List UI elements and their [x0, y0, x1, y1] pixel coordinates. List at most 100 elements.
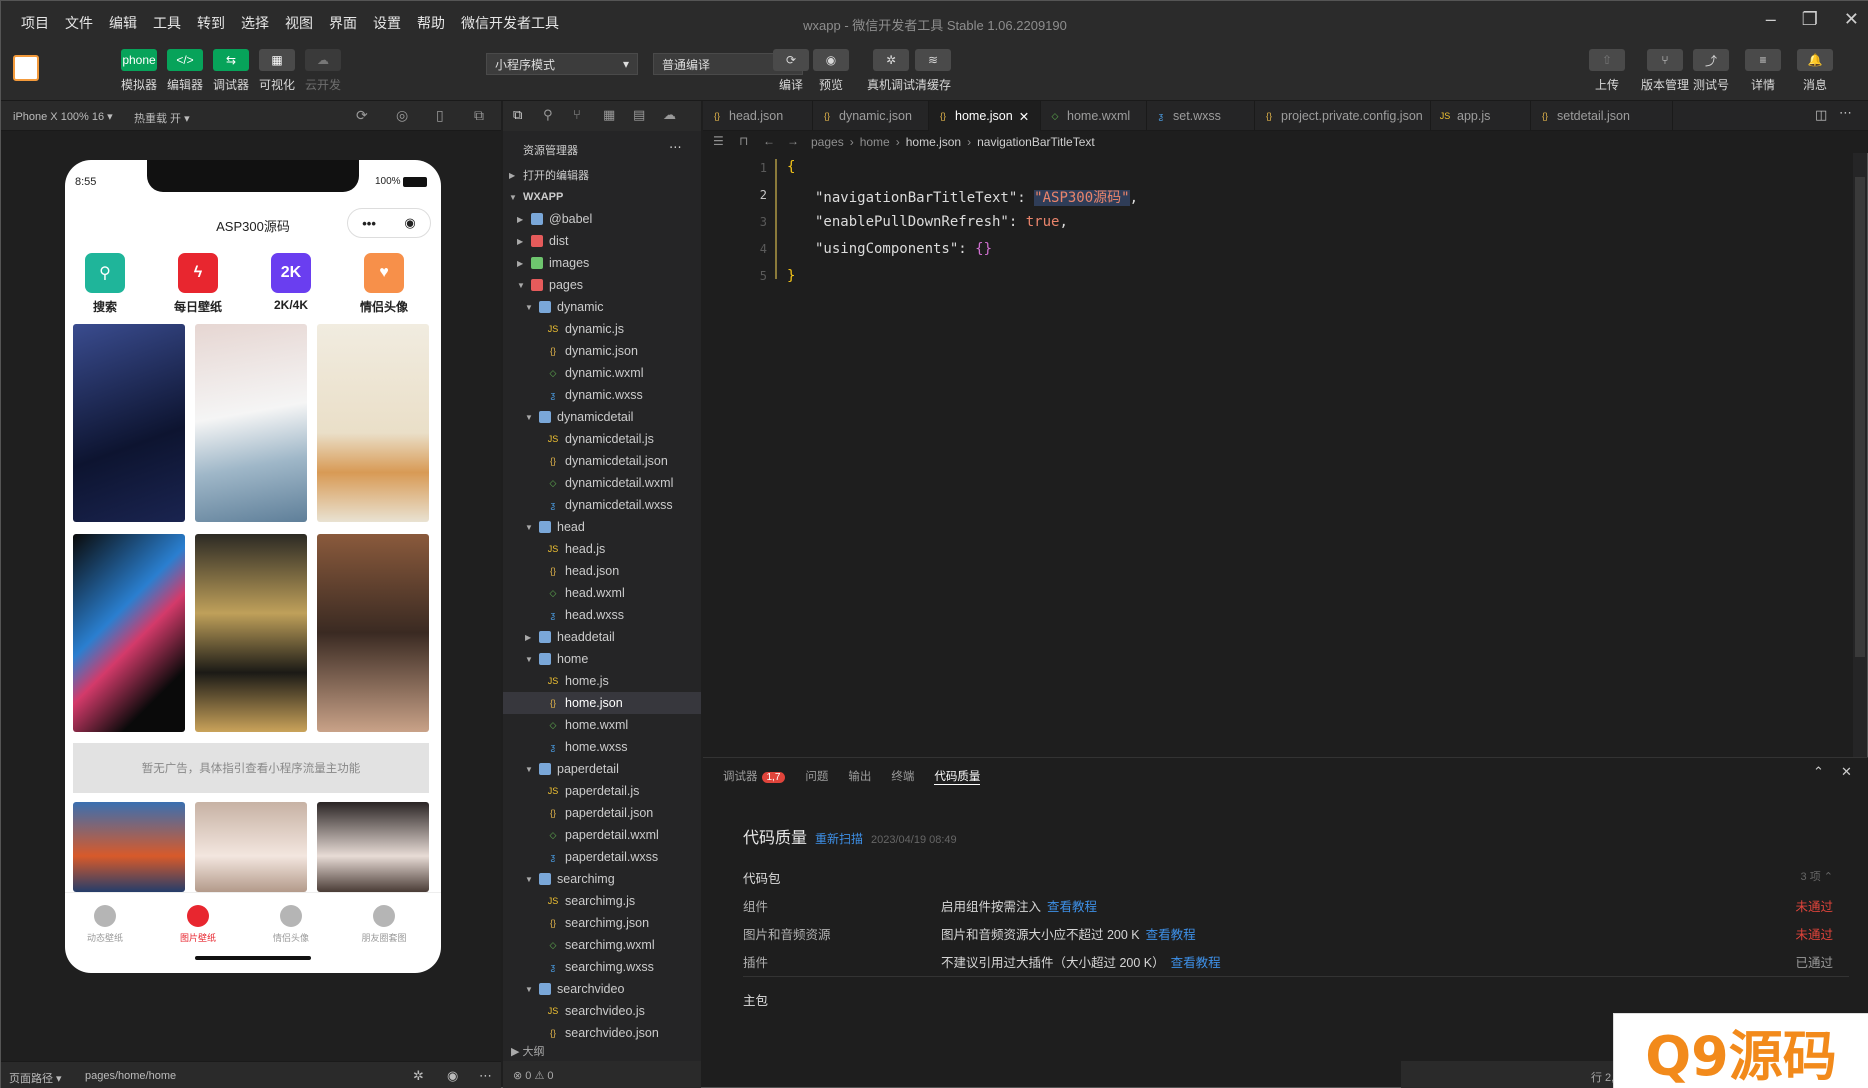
popout-icon[interactable]: ⧉	[474, 107, 484, 124]
collapse-icon[interactable]: ⌃	[1813, 764, 1824, 780]
back-icon[interactable]: ←	[763, 134, 775, 148]
hot-reload-toggle[interactable]: 热重载 开 ▾	[134, 110, 190, 126]
tree-item[interactable]: JS head.js	[503, 538, 701, 560]
editor-tab[interactable]: {} home.json ✕	[929, 101, 1041, 131]
tree-item[interactable]: {} head.json	[503, 560, 701, 582]
toolbar-button-4[interactable]: ☁ 云开发	[305, 49, 341, 93]
menu-item[interactable]: 设置	[365, 13, 409, 33]
tree-item[interactable]: {} searchvideo.json	[503, 1022, 701, 1044]
split-editor-icon[interactable]: ◫	[1815, 107, 1827, 123]
tabbar-item-1[interactable]: 图片壁纸	[158, 905, 238, 944]
menu-item[interactable]: 工具	[145, 13, 189, 33]
toolbar-button-2[interactable]: ⇆ 调试器	[213, 49, 249, 93]
quick-entry-1[interactable]: ϟ 每日壁纸	[158, 253, 238, 315]
layout-icon[interactable]: ▤	[633, 107, 645, 123]
close-panel-icon[interactable]: ✕	[1841, 764, 1852, 780]
more-icon[interactable]: ⋯	[479, 1068, 492, 1084]
toolbar-button-3[interactable]: ▦ 可视化	[259, 49, 295, 93]
code-editor[interactable]: 1 2 3 4 5 { "navigationBarTitleText": "ASP30…	[703, 153, 1853, 757]
tree-item[interactable]: ▼ dynamic	[503, 296, 701, 318]
wallpaper-thumb[interactable]	[195, 324, 307, 522]
quick-entry-2[interactable]: 2K 2K/4K	[251, 253, 331, 312]
editor-tab[interactable]: JS app.js	[1431, 101, 1531, 131]
close-miniapp-icon[interactable]: ◉	[404, 215, 415, 231]
tree-item[interactable]: ▶ dist	[503, 230, 701, 252]
files-icon[interactable]: ⧉	[513, 107, 522, 123]
tutorial-link[interactable]: 查看教程	[1171, 956, 1221, 970]
quick-entry-0[interactable]: ⚲ 搜索	[65, 253, 145, 315]
tree-item[interactable]: ƺ head.wxss	[503, 604, 701, 626]
restore-icon[interactable]: ❐	[1802, 9, 1818, 30]
editor-tab[interactable]: ◇ home.wxml	[1041, 101, 1147, 131]
outline-section[interactable]: ▶ 大纲	[511, 1043, 545, 1059]
wallpaper-thumb[interactable]	[317, 324, 429, 522]
open-editors-section[interactable]: ▶ 打开的编辑器	[503, 164, 701, 186]
tree-item[interactable]: ƺ dynamic.wxss	[503, 384, 701, 406]
tree-item[interactable]: JS paperdetail.js	[503, 780, 701, 802]
more-icon[interactable]: •••	[362, 216, 376, 231]
menu-item[interactable]: 转到	[189, 13, 233, 33]
wallpaper-thumb[interactable]	[73, 534, 185, 732]
editor-tab[interactable]: {} project.private.config.json	[1255, 101, 1431, 131]
tree-item[interactable]: ▼ searchimg	[503, 868, 701, 890]
panel-tab[interactable]: 终端	[891, 768, 914, 785]
menu-item[interactable]: 微信开发者工具	[453, 13, 567, 33]
editor-scrollbar[interactable]	[1853, 153, 1867, 757]
wallpaper-thumb[interactable]	[195, 802, 307, 892]
tree-item[interactable]: ƺ dynamicdetail.wxss	[503, 494, 701, 516]
wallpaper-thumb[interactable]	[73, 802, 185, 892]
menu-item[interactable]: 项目	[13, 13, 57, 33]
menu-item[interactable]: 文件	[57, 13, 101, 33]
toolbar-action-right-2[interactable]: ⤴ 测试号	[1693, 49, 1729, 93]
tabbar-item-3[interactable]: 朋友圈套图	[344, 905, 424, 944]
tree-item[interactable]: ▼ head	[503, 516, 701, 538]
tree-item[interactable]: ◇ searchimg.wxml	[503, 934, 701, 956]
tree-item[interactable]: ▶ @babel	[503, 208, 701, 230]
more-icon[interactable]: ⋯	[669, 139, 682, 154]
toolbar-action-right-3[interactable]: ≡ 详情	[1745, 49, 1781, 93]
device-select[interactable]: iPhone X 100% 16 ▾	[13, 110, 113, 123]
extensions-icon[interactable]: ▦	[603, 107, 615, 123]
workspace-root[interactable]: ▼ WXAPP	[503, 186, 701, 208]
breadcrumb-item[interactable]: home	[860, 135, 890, 149]
toolbar-action-2[interactable]: ✲ 真机调试	[867, 49, 915, 93]
minimize-icon[interactable]: –	[1766, 9, 1776, 30]
wallpaper-thumb[interactable]	[317, 534, 429, 732]
capsule-menu[interactable]: ••• ◉	[347, 208, 431, 238]
breadcrumb-item[interactable]: navigationBarTitleText	[977, 135, 1095, 149]
close-icon[interactable]: ✕	[1844, 9, 1859, 30]
tree-item[interactable]: JS home.js	[503, 670, 701, 692]
tree-item[interactable]: ƺ searchimg.wxss	[503, 956, 701, 978]
tree-item[interactable]: ▼ dynamicdetail	[503, 406, 701, 428]
tree-item[interactable]: JS searchimg.js	[503, 890, 701, 912]
list-icon[interactable]: ☰	[713, 134, 724, 148]
rescan-link[interactable]: 重新扫描	[815, 830, 863, 847]
menu-item[interactable]: 帮助	[409, 13, 453, 33]
tree-item[interactable]: ◇ paperdetail.wxml	[503, 824, 701, 846]
search-icon[interactable]: ⚲	[543, 107, 553, 123]
tree-item[interactable]: {} home.json	[503, 692, 701, 714]
avatar[interactable]	[13, 55, 39, 81]
menu-item[interactable]: 编辑	[101, 13, 145, 33]
breadcrumb-item[interactable]: pages	[811, 135, 844, 149]
editor-tab[interactable]: {} dynamic.json	[813, 101, 929, 131]
toolbar-action-1[interactable]: ◉ 预览	[813, 49, 849, 93]
editor-tab[interactable]: {} head.json	[703, 101, 813, 131]
page-path-label[interactable]: 页面路径 ▾	[9, 1070, 62, 1086]
quick-entry-3[interactable]: ♥ 情侣头像	[344, 253, 424, 315]
git-icon[interactable]: ⑂	[573, 107, 581, 122]
toolbar-action-0[interactable]: ⟳ 编译	[773, 49, 809, 93]
menu-item[interactable]: 界面	[321, 13, 365, 33]
toolbar-action-right-1[interactable]: ⑂ 版本管理	[1641, 49, 1689, 93]
toolbar-button-0[interactable]: phone 模拟器	[121, 49, 157, 93]
tree-item[interactable]: ▼ home	[503, 648, 701, 670]
tree-item[interactable]: JS searchvideo.js	[503, 1000, 701, 1022]
tree-item[interactable]: ▼ paperdetail	[503, 758, 701, 780]
close-icon[interactable]: ✕	[1019, 109, 1029, 124]
menu-item[interactable]: 视图	[277, 13, 321, 33]
menu-item[interactable]: 选择	[233, 13, 277, 33]
tree-item[interactable]: {} dynamic.json	[503, 340, 701, 362]
eye-icon[interactable]: ◉	[447, 1068, 458, 1084]
toolbar-action-right-0[interactable]: ⇧ 上传	[1589, 49, 1625, 93]
phone-icon[interactable]: ▯	[436, 107, 444, 124]
